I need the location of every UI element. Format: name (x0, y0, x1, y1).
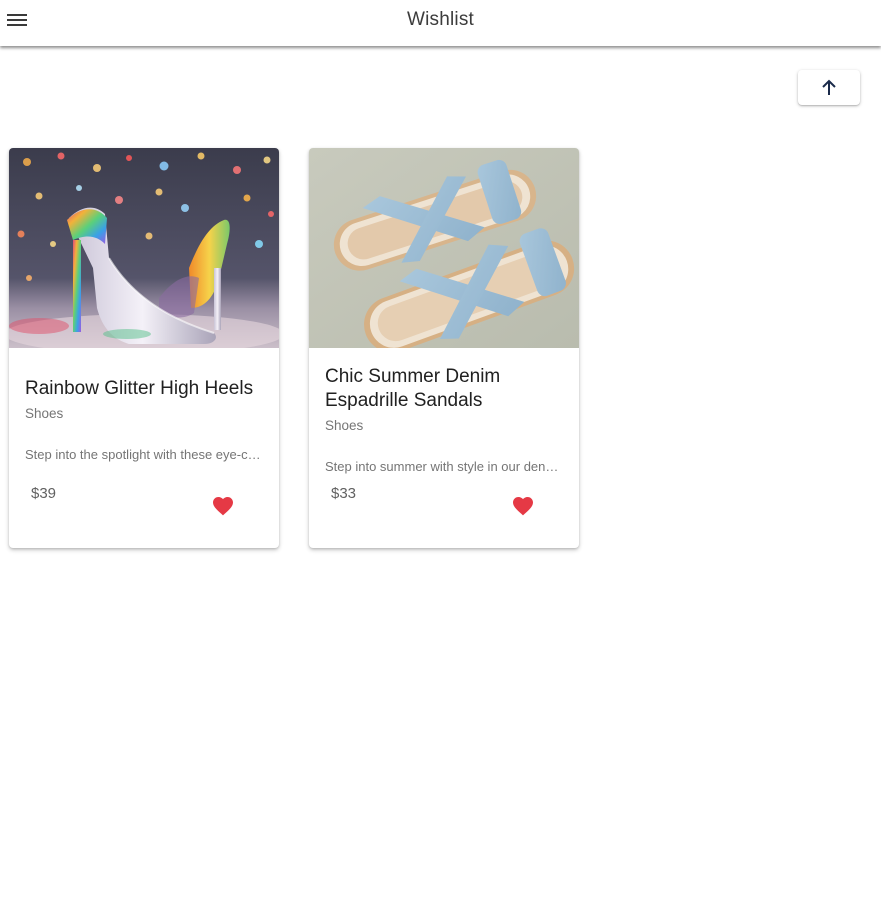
heart-filled-icon (513, 497, 533, 516)
product-image-denim-sandals[interactable] (309, 148, 579, 348)
heart-filled-icon (213, 497, 233, 516)
product-card[interactable]: Rainbow Glitter High Heels Shoes Step in… (9, 148, 279, 548)
product-category: Shoes (25, 406, 64, 421)
product-price: $39 (31, 485, 57, 502)
product-description: Step into the spotlight with these eye-c… (25, 447, 261, 462)
product-description: Step into summer with style in our denim… (325, 459, 561, 474)
top-app-bar: Wishlist (0, 0, 881, 46)
product-image-rainbow-heels[interactable] (9, 148, 279, 348)
arrow-up-icon (822, 79, 836, 95)
scroll-to-top-button[interactable] (798, 70, 860, 105)
product-category: Shoes (325, 418, 364, 433)
card-content: Rainbow Glitter High Heels Shoes Step in… (25, 348, 267, 462)
product-price: $33 (331, 485, 357, 502)
favorite-button[interactable] (511, 494, 535, 518)
product-title[interactable]: Chic Summer Denim Espadrille Sandals (325, 365, 567, 413)
card-content: Chic Summer Denim Espadrille Sandals Sho… (325, 348, 567, 474)
product-title[interactable]: Rainbow Glitter High Heels (25, 377, 267, 401)
favorite-button[interactable] (211, 494, 235, 518)
page-title: Wishlist (406, 9, 475, 30)
product-card[interactable]: Chic Summer Denim Espadrille Sandals Sho… (309, 148, 579, 548)
